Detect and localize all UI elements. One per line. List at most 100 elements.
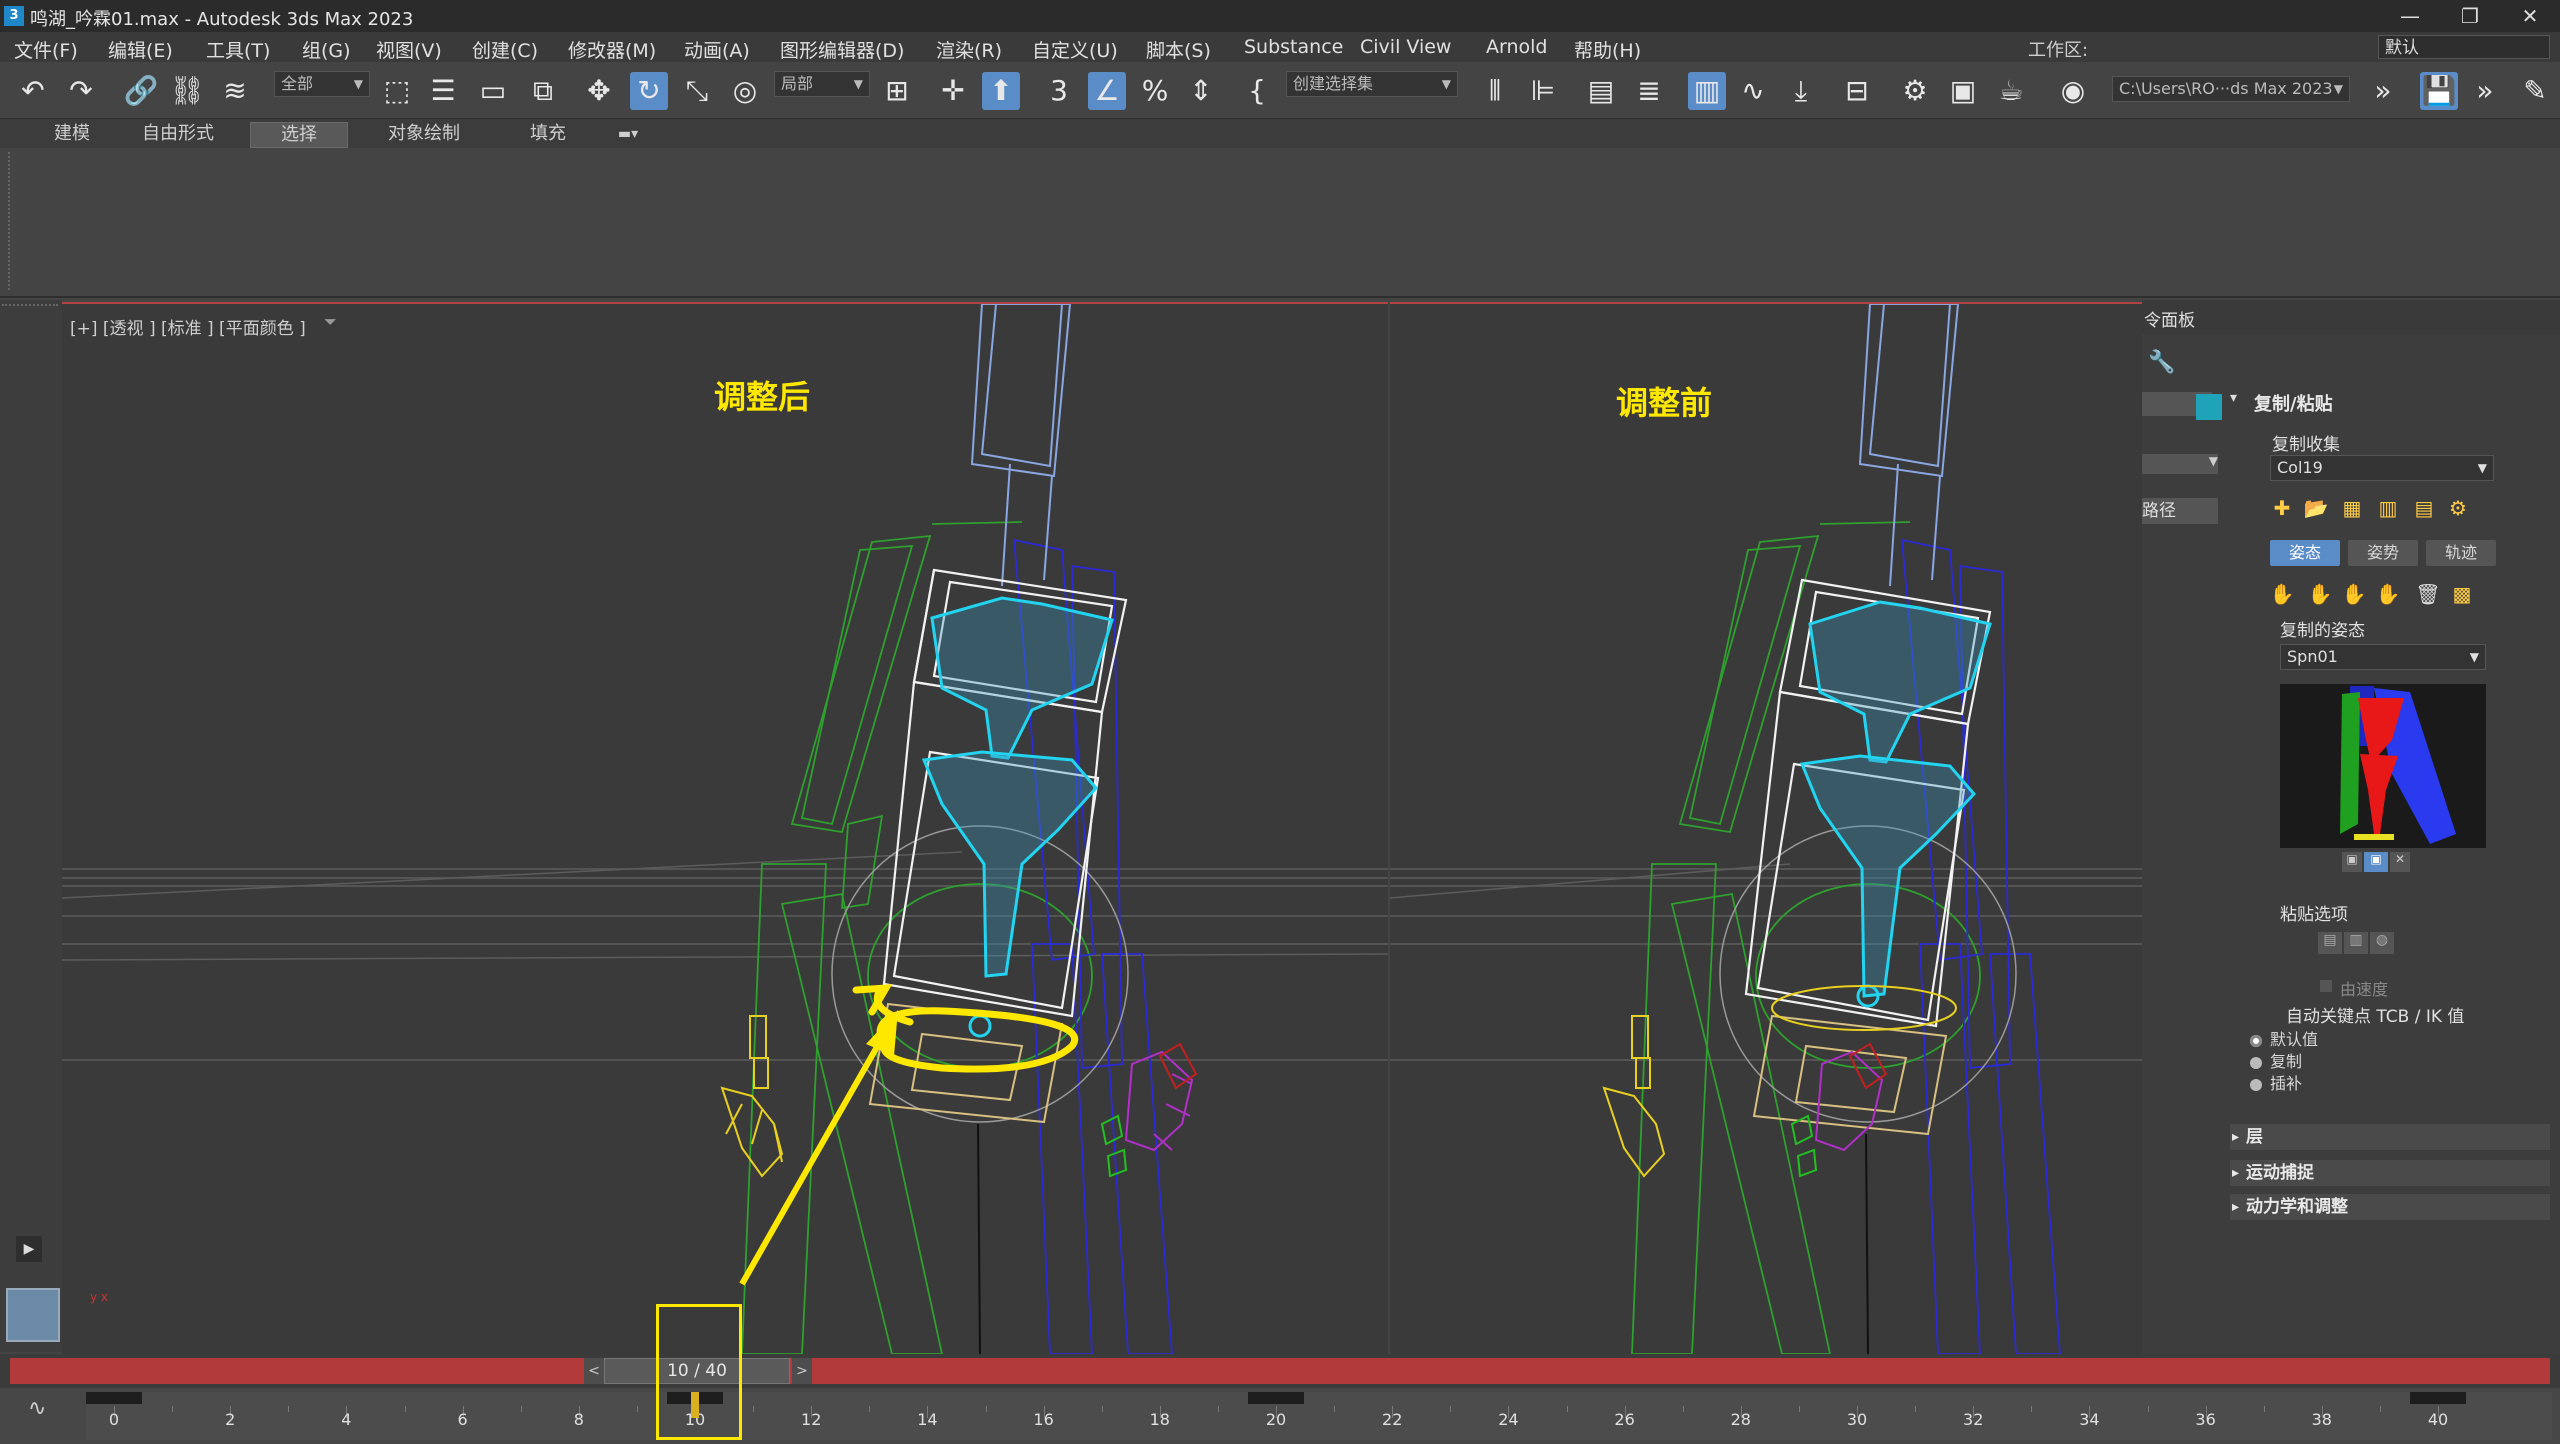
timeline-ruler[interactable]: 0 2 4 6 8 10 12 14 16 18 20 22 24 26 28 30 32 34 36 38 40 (86, 1392, 2552, 1440)
expand-layouts-icon[interactable]: ▶ (16, 1236, 42, 1262)
menu-file[interactable]: 文件(F) (14, 36, 78, 63)
menu-graph-editors[interactable]: 图形编辑器(D) (780, 36, 904, 63)
delete-all-collections-icon[interactable]: ▤ (2410, 494, 2438, 522)
curve-editor-mini-icon[interactable]: ∿ (28, 1396, 46, 1421)
rotate-icon[interactable]: ↻ (630, 72, 668, 110)
object-color-swatch[interactable] (2196, 394, 2222, 420)
menu-civil-view[interactable]: Civil View (1360, 36, 1451, 58)
named-selection-set-select[interactable]: 创建选择集 (1286, 71, 1458, 97)
minimize-icon[interactable]: — (2380, 0, 2440, 32)
edit-named-selection-icon[interactable]: { (1238, 72, 1276, 110)
viewport-filter-icon[interactable]: ⏷ (324, 312, 337, 332)
paste-opposite-icon[interactable]: ✋ (2340, 580, 2368, 608)
delete-selected-icon[interactable]: 🗑 (2414, 580, 2442, 608)
menu-edit[interactable]: 编辑(E) (108, 36, 173, 63)
toolbar-overflow-icon[interactable]: » (2364, 72, 2402, 110)
mirror-icon[interactable]: ⫴ (1476, 72, 1514, 110)
snaps-toggle-icon[interactable]: 3 (1040, 72, 1078, 110)
ribbon-grip[interactable] (8, 152, 14, 290)
copied-pose-select[interactable]: Spn01 (2280, 644, 2486, 670)
spinner-snap-icon[interactable]: ⇕ (1182, 72, 1220, 110)
paste-vertical-icon[interactable]: ▥ (2344, 932, 2368, 954)
keyframe-marker[interactable] (86, 1392, 142, 1404)
pivot-center-icon[interactable]: ⊞ (878, 72, 916, 110)
link-icon[interactable]: 🔗 (122, 72, 160, 110)
toggle-ribbon-icon[interactable]: ▥ (1688, 72, 1726, 110)
keyframe-marker[interactable] (1248, 1392, 1304, 1404)
project-folder-select[interactable]: C:\Users\RO···ds Max 2023 (2112, 76, 2350, 102)
radio-copy[interactable]: 复制 (2250, 1048, 2302, 1072)
rollout-layers[interactable]: 层 (2230, 1124, 2550, 1150)
menu-scripting[interactable]: 脚本(S) (1146, 36, 1211, 63)
selection-filter-select[interactable]: 全部 (274, 71, 370, 97)
rollout-copy-paste-header[interactable]: ▾ 复制/粘贴 (2226, 390, 2556, 415)
menu-substance[interactable]: Substance (1244, 36, 1343, 58)
toolbar-overflow-2-icon[interactable]: » (2466, 72, 2504, 110)
layer-explorer-icon[interactable]: ≣ (1630, 72, 1668, 110)
workspace-select[interactable]: 默认 (2378, 35, 2550, 59)
online-help-icon[interactable]: ◉ (2054, 72, 2092, 110)
maximize-icon[interactable]: ❐ (2440, 0, 2500, 32)
menu-rendering[interactable]: 渲染(R) (936, 36, 1002, 63)
tab-modeling[interactable]: 建模 (34, 122, 110, 146)
rect-selection-icon[interactable]: ▭ (474, 72, 512, 110)
next-frame-icon[interactable]: > (792, 1358, 812, 1384)
tab-freeform[interactable]: 自由形式 (126, 122, 230, 146)
delete-all-icon[interactable]: ▩ (2448, 580, 2476, 608)
velocity-checkbox[interactable] (2320, 980, 2332, 992)
radio-default[interactable]: 默认值 (2250, 1026, 2318, 1050)
rollout-motion-capture[interactable]: 运动捕捉 (2230, 1160, 2550, 1186)
modify-wrench-icon[interactable]: 🔧 (2142, 350, 2182, 380)
mode-posture-button[interactable]: 姿态 (2270, 540, 2340, 566)
menu-tools[interactable]: 工具(T) (206, 36, 270, 63)
rendered-frame-window-icon[interactable]: ▣ (1944, 72, 1982, 110)
partial-dropdown[interactable]: ▼ (2142, 454, 2218, 474)
pen-tool-icon[interactable]: ✎ (2516, 72, 2554, 110)
thumbnail-capture-icon[interactable]: ▣ (2342, 852, 2362, 872)
max-script-icon[interactable]: ⚙ (2444, 494, 2472, 522)
new-collection-icon[interactable]: ✚ (2268, 494, 2296, 522)
rollout-dynamics[interactable]: 动力学和调整 (2230, 1194, 2550, 1220)
select-object-icon[interactable]: ⬚ (378, 72, 416, 110)
paste-horizontal-icon[interactable]: ▤ (2318, 932, 2342, 954)
align-icon[interactable]: ⊫ (1524, 72, 1562, 110)
reference-coord-select[interactable]: 局部 (774, 71, 870, 97)
menu-create[interactable]: 创建(C) (472, 36, 538, 63)
menu-help[interactable]: 帮助(H) (1574, 36, 1641, 63)
menu-customize[interactable]: 自定义(U) (1032, 36, 1118, 63)
menu-group[interactable]: 组(G) (302, 36, 351, 63)
move-icon[interactable]: ✥ (580, 72, 618, 110)
scale-icon[interactable]: ⤡ (678, 72, 716, 110)
mode-pose-button[interactable]: 姿势 (2348, 540, 2418, 566)
paste-disabled-icon[interactable]: ✋ (2374, 580, 2402, 608)
ribbon-options-icon[interactable]: ▬▾ (608, 122, 648, 146)
tab-populate[interactable]: 填充 (514, 122, 582, 146)
percent-snap-icon[interactable]: % (1136, 72, 1174, 110)
select-manipulate-icon[interactable]: ✛ (934, 72, 972, 110)
keyframe-marker[interactable] (2410, 1392, 2466, 1404)
angle-snap-icon[interactable]: ∠ (1088, 72, 1126, 110)
undo-icon[interactable]: ↶ (14, 72, 52, 110)
render-setup-icon[interactable]: ⚙ (1896, 72, 1934, 110)
dope-sheet-icon[interactable]: ⤓ (1782, 72, 1820, 110)
redo-icon[interactable]: ↷ (62, 72, 100, 110)
menu-modifiers[interactable]: 修改器(M) (568, 36, 656, 63)
delete-collection-icon[interactable]: ▥ (2374, 494, 2402, 522)
viewport-layout-thumbnail[interactable] (6, 1288, 60, 1342)
prev-frame-icon[interactable]: < (584, 1358, 604, 1384)
close-icon[interactable]: ✕ (2500, 0, 2560, 32)
thumbnail-clear-icon[interactable]: ✕ (2390, 852, 2410, 872)
bind-space-warp-icon[interactable]: ≋ (216, 72, 254, 110)
copy-posture-icon[interactable]: ✋ (2268, 580, 2296, 608)
radio-interpolate[interactable]: 插补 (2250, 1070, 2302, 1094)
window-crossing-icon[interactable]: ⧉ (524, 72, 562, 110)
curve-editor-icon[interactable]: ∿ (1734, 72, 1772, 110)
select-by-name-icon[interactable]: ☰ (424, 72, 462, 110)
material-editor-icon[interactable]: ⊟ (1838, 72, 1876, 110)
menu-arnold[interactable]: Arnold (1486, 36, 1547, 58)
thumbnail-auto-icon[interactable]: ▣ (2364, 852, 2388, 872)
time-slider-track[interactable] (10, 1358, 2550, 1384)
tab-selection[interactable]: 选择 (250, 122, 348, 148)
keyboard-shortcut-override-icon[interactable]: ⬆ (982, 72, 1020, 110)
viewport-label-menu[interactable]: [+] [透视 ] [标准 ] [平面颜色 ] (70, 314, 306, 339)
